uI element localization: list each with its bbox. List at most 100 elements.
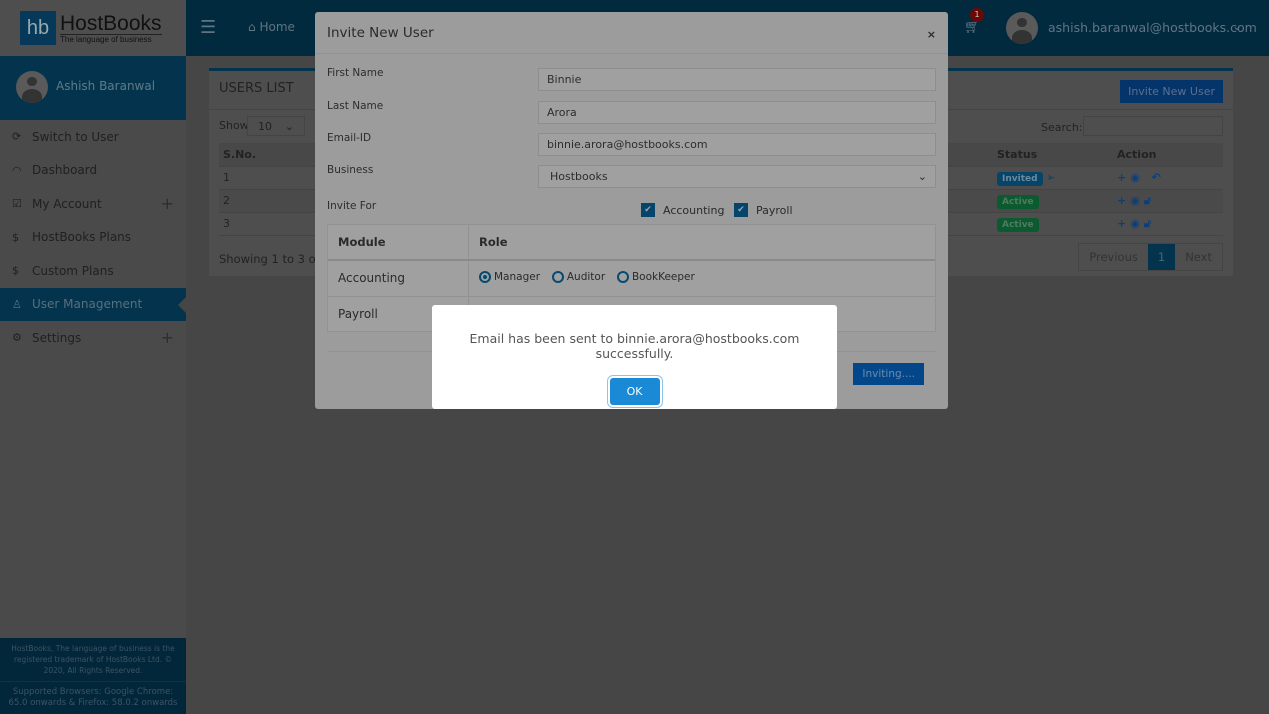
avatar [16,71,48,103]
user-email[interactable]: ashish.baranwal@hostbooks.com [1048,20,1257,35]
switch-icon: ⟳ [12,130,22,144]
sidebar-item-hostbooks-plans[interactable]: $ HostBooks Plans [0,221,186,255]
eye-icon[interactable]: ◉ [1130,171,1144,184]
add-icon[interactable]: + [1117,194,1130,207]
row-sno: 1 [219,166,315,190]
dollar-icon: $ [12,264,19,278]
cart-icon[interactable]: 🛒︎ [964,20,981,35]
hamburger-menu-icon[interactable]: ☰ [200,17,216,38]
sidebar-item-label: My Account [32,196,102,211]
sidebar-user: Ashish Baranwal [0,56,186,120]
cart-badge: 1 [970,8,984,22]
sidebar-item-label: User Management [32,297,143,312]
home-link[interactable]: ⌂ Home [248,20,295,34]
business-label: Business [327,164,374,176]
sidebar-footer: HostBooks, The language of business is t… [0,638,186,714]
table-row: Accounting Manager Auditor BookKeeper [328,261,935,297]
sidebar-item-label: HostBooks Plans [32,230,132,245]
checkbox-icon: ☑ [12,197,22,211]
pagination: Previous 1 Next [1078,243,1223,271]
dashboard-icon: ◠ [12,163,22,177]
column-module: Module [328,225,469,259]
home-icon: ⌂ [248,20,256,34]
column-status[interactable]: Status [993,143,1113,167]
add-icon[interactable]: + [1117,171,1130,184]
show-label: Show [219,119,249,132]
unlock-icon[interactable]: 🔓︎ [1144,217,1155,230]
checkbox-label: Accounting [663,203,725,217]
radio-label: Auditor [566,271,606,283]
logo-text: HostBooks [60,11,162,35]
page-title: USERS LIST [219,81,294,96]
role-bookkeeper-radio[interactable]: BookKeeper [616,271,695,283]
sidebar-item-settings[interactable]: ⚙ Settings + [0,321,186,355]
sidebar-item-dashboard[interactable]: ◠ Dashboard [0,154,186,188]
eye-icon[interactable]: ◉ [1130,217,1144,230]
expand-icon[interactable]: + [161,328,174,347]
payroll-checkbox[interactable]: ✔ Payroll [734,203,793,217]
copyright-text: HostBooks, The language of business is t… [11,644,175,675]
eye-icon[interactable]: ◉ [1130,194,1144,207]
success-alert: Email has been sent to binnie.arora@host… [432,305,837,409]
role-auditor-radio[interactable]: Auditor [551,271,606,283]
radio-label: BookKeeper [631,271,695,283]
alert-message: Email has been sent to binnie.arora@host… [469,331,800,361]
sidebar-item-user-management[interactable]: ♙ User Management [0,287,186,321]
sidebar-item-custom-plans[interactable]: $ Custom Plans [0,254,186,288]
dollar-icon: $ [12,230,19,244]
email-field[interactable]: binnie.arora@hostbooks.com [538,133,936,156]
status-badge: Active [997,195,1039,209]
invite-new-user-button[interactable]: Invite New User [1120,80,1223,103]
status-badge: Active [997,218,1039,232]
last-name-field[interactable]: Arora [538,101,936,124]
logo[interactable]: hb HostBooks The language of business [0,0,186,56]
status-badge: Invited [997,172,1043,186]
home-label: Home [259,20,295,34]
undo-icon[interactable]: ↶ [1152,171,1165,184]
search-input[interactable] [1083,116,1223,136]
page-1-button[interactable]: 1 [1147,244,1176,270]
email-label: Email-ID [327,132,372,144]
user-icon: ♙ [12,297,22,311]
page-size-select[interactable]: 10 ⌄ [247,116,305,136]
previous-button[interactable]: Previous [1079,244,1148,270]
first-name-field[interactable]: Binnie [538,68,936,91]
chevron-down-icon[interactable]: ⌄ [1232,19,1242,33]
sidebar-item-label: Switch to User [32,129,119,144]
business-value: Hostbooks [550,170,608,183]
chevron-down-icon: ⌄ [284,120,294,133]
add-icon[interactable]: + [1117,217,1130,230]
module-name: Accounting [328,261,469,296]
role-manager-radio[interactable]: Manager [479,271,540,283]
column-sno[interactable]: S.No. [219,143,315,167]
last-name-label: Last Name [327,100,384,112]
modal-title: Invite New User [327,25,434,41]
row-sno: 2 [219,189,315,213]
browser-support-text: Supported Browsers: Google Chrome: 65.0 … [0,681,186,714]
sidebar: Ashish Baranwal ⟳ Switch to User ◠ Dashboa… [0,56,186,714]
sidebar-item-label: Settings [32,330,82,345]
radio-label: Manager [494,271,541,283]
next-button[interactable]: Next [1175,244,1222,270]
column-action[interactable]: Action [1113,143,1223,167]
gear-icon: ⚙ [12,331,22,345]
column-role: Role [479,235,508,249]
ok-button[interactable]: OK [609,378,660,405]
avatar[interactable] [1006,12,1038,44]
close-icon[interactable]: × [927,28,936,41]
search-label: Search: [1041,121,1083,134]
sidebar-item-switch-to-user[interactable]: ⟳ Switch to User [0,120,186,154]
first-name-label: First Name [327,67,384,79]
check-icon: ✔ [734,203,748,217]
unlock-icon[interactable]: 🔓︎ [1144,194,1155,207]
sidebar-item-my-account[interactable]: ☑ My Account + [0,187,186,221]
accounting-checkbox[interactable]: ✔ Accounting [641,203,724,217]
invite-for-label: Invite For [327,200,377,212]
chevron-down-icon: ⌄ [917,170,927,183]
send-icon[interactable]: ➢ [1046,171,1055,184]
inviting-button[interactable]: Inviting.... [853,363,924,385]
expand-icon[interactable]: + [161,194,174,213]
logo-tagline: The language of business [60,33,162,44]
checkbox-label: Payroll [756,203,793,217]
business-select[interactable]: Hostbooks ⌄ [538,165,936,188]
